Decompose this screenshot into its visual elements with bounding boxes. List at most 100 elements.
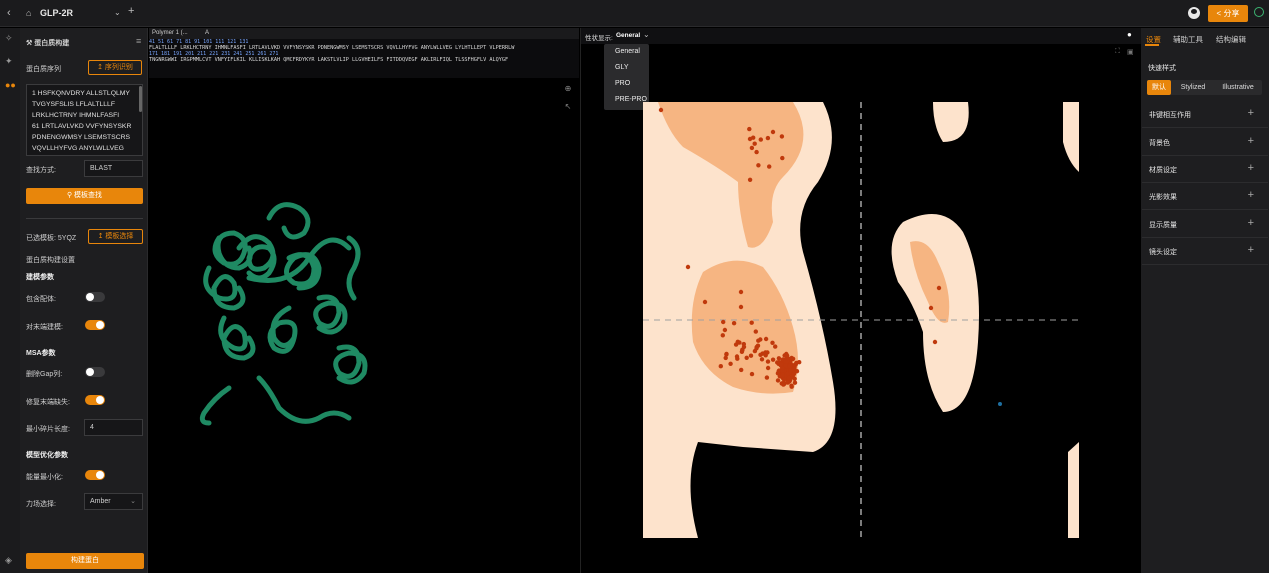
residue-point [758, 352, 763, 357]
residue-point [781, 377, 787, 382]
sequence-label: 蛋白质序列 [26, 66, 61, 73]
build-protein-button[interactable]: 构建蛋白 [26, 553, 144, 569]
residue-point [784, 353, 790, 358]
display-mode-dropdown: General GLY PRO PRE-PRO [604, 44, 649, 110]
plus-icon: + [1247, 244, 1254, 256]
terminal-modeling-toggle[interactable] [85, 320, 105, 330]
residue-point [752, 141, 757, 146]
section-background[interactable]: 背景色 + [1142, 129, 1268, 156]
protein-tool-icon[interactable]: ✧ [5, 33, 13, 44]
residue-point [783, 363, 788, 368]
chevron-left-icon[interactable]: ‹ [7, 7, 11, 19]
plus-icon: + [1247, 162, 1254, 174]
sequence-line: 61 LRTLAVLVKD VVFYNSYSKR [32, 123, 132, 130]
residue-point [756, 163, 761, 168]
status-ok-icon [1254, 7, 1264, 17]
section-camera[interactable]: 镜头设定 + [1142, 238, 1268, 265]
panel-title: ⚒ 蛋白质构建 [26, 40, 70, 47]
plus-icon: + [1247, 135, 1254, 147]
residue-point [932, 339, 938, 345]
residue-point [685, 264, 691, 270]
structure-3d-view[interactable]: ⊕ ↖ [149, 78, 579, 573]
include-ligand-toggle[interactable] [85, 292, 105, 302]
chevron-down-icon[interactable]: ⌄ [114, 8, 121, 17]
chain-tab[interactable]: A [205, 30, 209, 36]
repair-terminal-toggle[interactable] [85, 395, 105, 405]
layers-icon[interactable]: ◈ [5, 555, 12, 566]
upload-icon: ↥ [97, 64, 105, 71]
search-method-select[interactable]: BLAST [84, 160, 143, 177]
section-lighting[interactable]: 光影效果 + [1142, 183, 1268, 210]
option-gly[interactable]: GLY [615, 64, 629, 71]
residue-point [792, 380, 798, 385]
residue-point [780, 365, 785, 371]
residue-point [723, 355, 728, 361]
molecule-tool-icon[interactable]: ✦ [5, 56, 13, 67]
sequence-textarea[interactable]: 1 HSFKQNVDRY ALLSTLQLMY TVGYSFSLIS LFLAL… [26, 84, 143, 156]
plus-icon: + [1247, 189, 1254, 201]
option-pro[interactable]: PRO [615, 80, 630, 87]
style-default[interactable]: 默认 [1147, 80, 1171, 95]
scrollbar[interactable] [139, 86, 142, 112]
style-stylized[interactable]: Stylized [1173, 80, 1213, 95]
sequence-recognize-button[interactable]: ↥ 序列识别 [88, 60, 142, 75]
polymer-tab[interactable]: Polymer 1 (... [152, 30, 188, 36]
residue-point [764, 375, 770, 380]
panel-title-icon: ⚒ [26, 40, 35, 47]
residue-point [765, 365, 771, 371]
settings-panel: 设置 辅助工具 结构编辑 快速样式 默认 Stylized Illustrati… [1141, 28, 1269, 573]
min-fragment-label: 最小碎片长度: [26, 426, 70, 433]
residue-point [773, 344, 778, 349]
expand-icon[interactable]: ⛶ [1115, 48, 1120, 56]
quick-style-label: 快速样式 [1148, 65, 1176, 72]
residue-point [770, 357, 776, 362]
min-fragment-input[interactable]: 4 [84, 419, 143, 436]
style-illustrative[interactable]: Illustrative [1215, 80, 1261, 95]
pointer-icon[interactable]: ↖ [562, 101, 574, 113]
residue-point [765, 359, 771, 364]
top-bar: ‹ ⌂ GLP-2R ⌄ + < 分享 [0, 0, 1269, 27]
section-material[interactable]: 材质设定 + [1142, 156, 1268, 183]
energy-min-label: 能量最小化: [26, 474, 63, 481]
rotate-center-icon[interactable]: ⊕ [562, 83, 574, 95]
add-tab-icon[interactable]: + [128, 5, 134, 17]
ramachandran-plot[interactable] [643, 102, 1079, 538]
template-search-button[interactable]: ⚲ 模板查找 [26, 188, 143, 204]
template-select-button[interactable]: ↥ 模板选择 [88, 229, 143, 244]
home-icon[interactable]: ⌂ [26, 8, 31, 18]
remove-gap-toggle[interactable] [85, 367, 105, 377]
tab-structure-edit[interactable]: 结构编辑 [1216, 34, 1246, 45]
fullscreen-icon[interactable]: ▣ [1127, 48, 1134, 56]
residue-point [749, 145, 755, 151]
share-button[interactable]: < 分享 [1208, 5, 1248, 22]
ramachandran-panel: 性状显示: General ⌄ ● ⛶ ▣ General GLY PRO PR… [580, 28, 1141, 573]
plus-icon: + [1247, 107, 1254, 119]
display-mode-select[interactable]: General [616, 32, 640, 39]
chat-icon[interactable]: ● [1127, 30, 1132, 39]
chevron-down-icon[interactable]: ⌄ [643, 30, 650, 39]
build-settings-label: 蛋白质构建设置 [26, 257, 75, 264]
sequence-line: VQVLLHYFVG ANYLWLLVEG [32, 145, 124, 152]
plus-icon: + [1247, 217, 1254, 229]
residue-point [794, 360, 799, 366]
user-avatar-icon[interactable] [1188, 7, 1200, 19]
residue-point [789, 383, 794, 388]
residue-point [751, 135, 756, 140]
sequence-line[interactable]: TNGNRGWWI IRGPMMLCVT VNFYIFLKIL KLLISKLK… [149, 57, 508, 63]
section-quality[interactable]: 显示质量 + [1142, 211, 1268, 238]
residue-point [721, 319, 726, 325]
residue-point [758, 137, 763, 142]
menu-icon[interactable]: ≡ [136, 36, 141, 46]
residue-point [785, 380, 790, 385]
tab-aux-tools[interactable]: 辅助工具 [1173, 34, 1203, 45]
forcefield-select[interactable]: Amber ⌄ [84, 493, 143, 510]
residue-point [754, 149, 759, 155]
energy-min-toggle[interactable] [85, 470, 105, 480]
option-general[interactable]: General [615, 48, 640, 55]
residue-point [728, 361, 733, 366]
display-mode-label: 性状显示: [585, 35, 613, 42]
residue-point [722, 327, 728, 333]
section-nonbond[interactable]: 非键相互作用 + [1142, 101, 1268, 128]
residue-point [775, 378, 781, 383]
binocular-tool-icon[interactable]: ●● [5, 80, 16, 90]
